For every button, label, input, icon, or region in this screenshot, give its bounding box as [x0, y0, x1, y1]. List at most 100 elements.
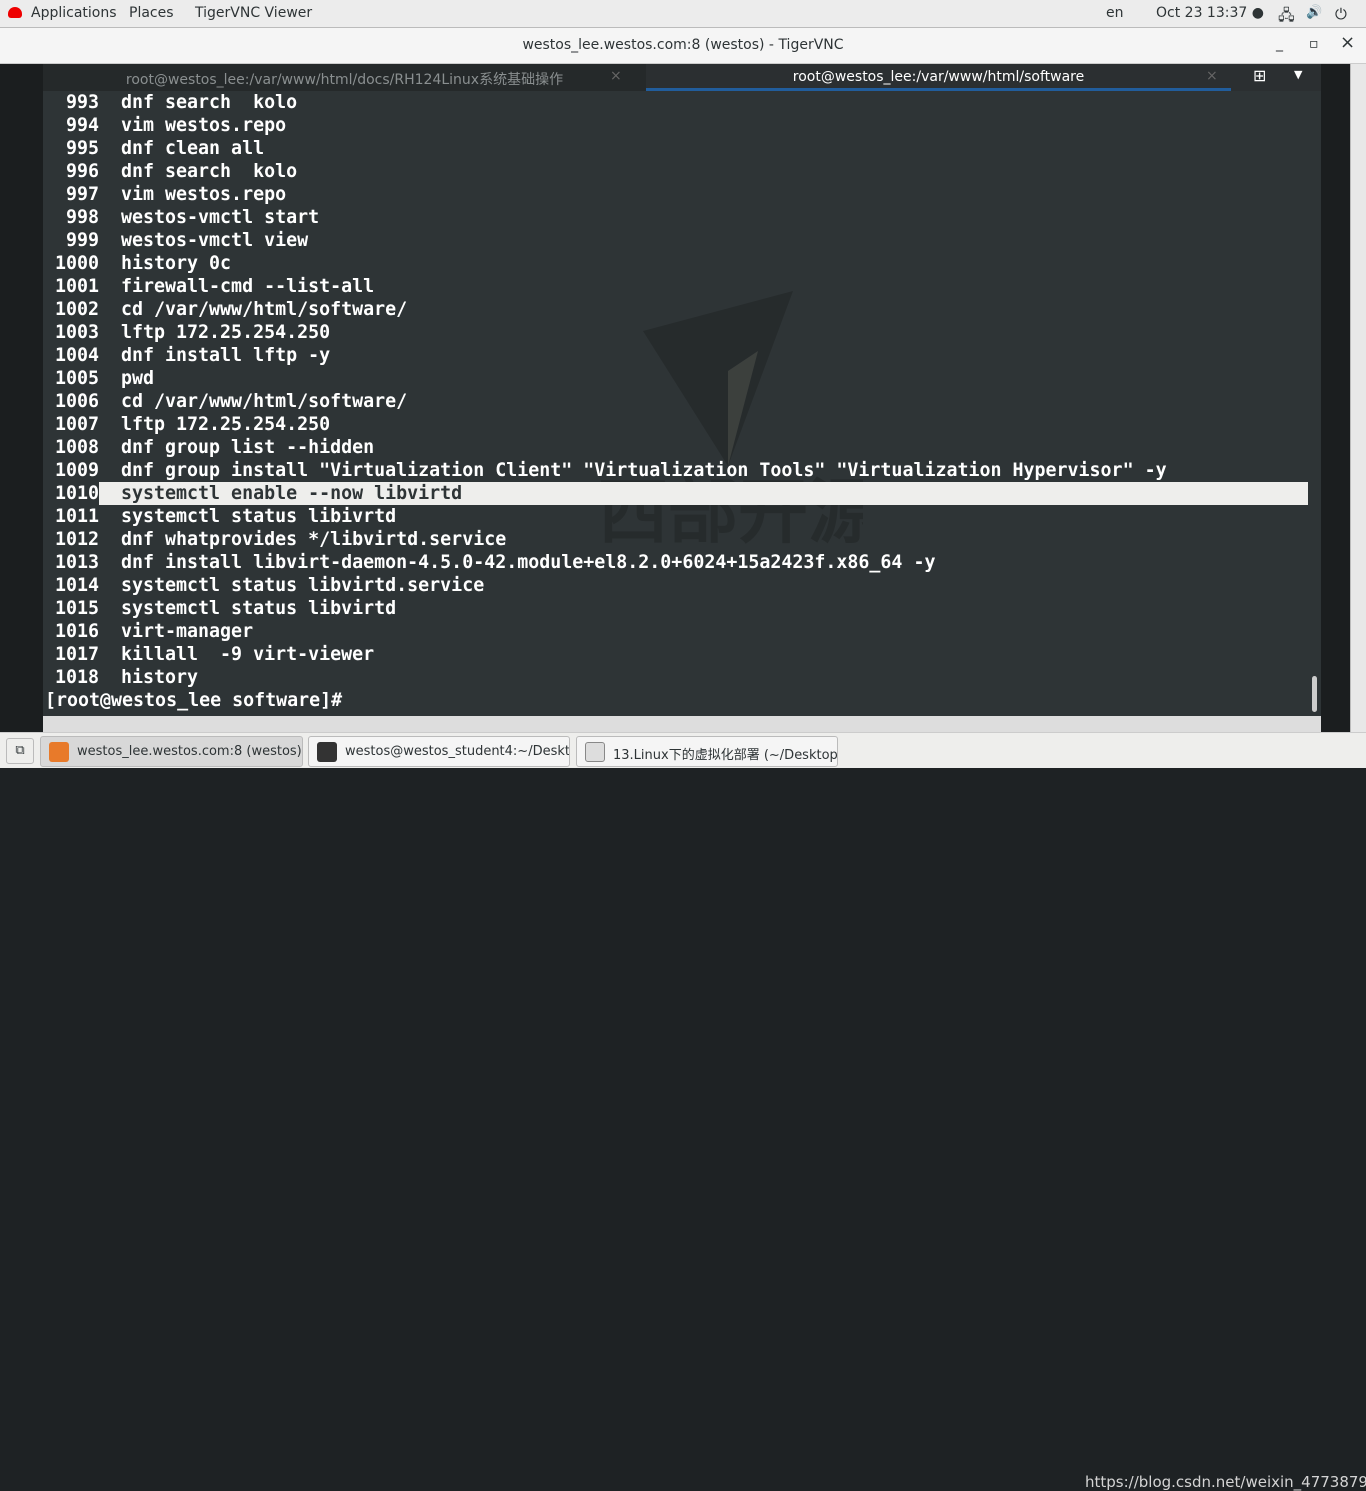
history-number: 993: [65, 92, 99, 113]
taskbar: ⧉ westos_lee.westos.com:8 (westos) ... w…: [0, 732, 1366, 1491]
history-command: dnf install lftp -y: [121, 345, 331, 366]
taskbar-item-editor[interactable]: 13.Linux下的虚拟化部署 (~/Desktop...: [576, 736, 838, 767]
history-line: 1001 firewall-cmd --list-all: [43, 275, 1308, 298]
history-command: dnf search kolo: [121, 161, 298, 182]
tab-docs[interactable]: root@westos_lee:/var/www/html/docs/RH124…: [43, 64, 646, 91]
history-line: 1007 lftp 172.25.254.250: [43, 413, 1308, 436]
history-command: systemctl status libvirtd: [121, 598, 397, 619]
history-line: 1002 cd /var/www/html/software/: [43, 298, 1308, 321]
history-command: dnf group install "Virtualization Client…: [121, 460, 1167, 481]
power-icon[interactable]: ⏻: [1335, 5, 1347, 23]
history-command: vim westos.repo: [121, 115, 287, 136]
history-number: 1014: [54, 575, 99, 596]
vnc-scrollbar[interactable]: [1350, 64, 1366, 732]
new-tab-icon[interactable]: ⊞: [1253, 66, 1266, 85]
history-line: 1012 dnf whatprovides */libvirtd.service: [43, 528, 1308, 551]
maximize-button[interactable]: ▫: [1309, 36, 1319, 52]
history-number: 997: [65, 184, 99, 205]
active-app-menu[interactable]: TigerVNC Viewer: [195, 5, 312, 21]
history-number: 1017: [54, 644, 99, 665]
history-command: dnf whatprovides */libvirtd.service: [121, 529, 507, 550]
history-line: 1017 killall -9 virt-viewer: [43, 643, 1308, 666]
history-line: 1004 dnf install lftp -y: [43, 344, 1308, 367]
taskbar-item-vnc[interactable]: westos_lee.westos.com:8 (westos) ...: [40, 736, 303, 767]
remote-taskbar: [43, 716, 1321, 732]
history-command: dnf install libvirt-daemon-4.5.0-42.modu…: [121, 552, 936, 573]
minimize-button[interactable]: _: [1276, 36, 1283, 52]
volume-icon[interactable]: 🔊: [1306, 5, 1322, 20]
close-tab-icon[interactable]: ×: [1206, 68, 1218, 84]
history-number: 995: [65, 138, 99, 159]
history-line: 997 vim westos.repo: [43, 183, 1308, 206]
history-number: 1005: [54, 368, 99, 389]
places-menu[interactable]: Places: [129, 5, 174, 21]
history-number: 998: [65, 207, 99, 228]
task-label: westos@westos_student4:~/Desktop: [345, 744, 570, 759]
history-line: 1016 virt-manager: [43, 620, 1308, 643]
history-line: 1010 systemctl enable --now libvirtd: [43, 482, 1308, 505]
history-command: dnf group list --hidden: [121, 437, 375, 458]
history-number: 1010: [43, 482, 99, 505]
history-number: 1012: [54, 529, 99, 550]
tab-menu-chevron-icon[interactable]: ▼: [1294, 68, 1302, 81]
history-line: 996 dnf search kolo: [43, 160, 1308, 183]
text-editor-icon: [585, 742, 605, 762]
history-line: 993 dnf search kolo: [43, 91, 1308, 114]
history-line: 1009 dnf group install "Virtualization Cl…: [43, 459, 1308, 482]
history-number: 1002: [54, 299, 99, 320]
top-panel: Applications Places TigerVNC Viewer en O…: [0, 0, 1366, 28]
history-number: 1007: [54, 414, 99, 435]
network-icon[interactable]: 🖧: [1278, 5, 1295, 30]
history-line: 998 westos-vmctl start: [43, 206, 1308, 229]
window-titlebar: westos_lee.westos.com:8 (westos) - Tiger…: [0, 28, 1366, 64]
history-command: vim westos.repo: [121, 184, 287, 205]
terminal-output[interactable]: 西部开源 993 dnf search kolo 994 vim westos.rep…: [43, 91, 1321, 716]
clock[interactable]: Oct 23 13:37 ●: [1156, 5, 1264, 21]
task-label: westos_lee.westos.com:8 (westos) ...: [77, 744, 303, 759]
close-button[interactable]: ×: [1340, 32, 1355, 53]
history-line: 1018 history: [43, 666, 1308, 689]
task-label: 13.Linux下的虚拟化部署 (~/Desktop...: [613, 748, 838, 763]
taskbar-item-terminal[interactable]: westos@westos_student4:~/Desktop: [308, 736, 570, 767]
history-number: 1009: [54, 460, 99, 481]
history-command: cd /var/www/html/software/: [121, 391, 408, 412]
history-number: 1013: [54, 552, 99, 573]
history-command: history 0c: [121, 253, 232, 274]
close-tab-icon[interactable]: ×: [610, 68, 622, 84]
history-number: 1016: [54, 621, 99, 642]
terminal-app-icon: [317, 742, 337, 762]
history-command: virt-manager: [121, 621, 254, 642]
shell-prompt: [root@westos_lee software]#: [45, 690, 343, 711]
history-line: 1015 systemctl status libvirtd: [43, 597, 1308, 620]
history-number: 1018: [54, 667, 99, 688]
history-command: dnf clean all: [121, 138, 265, 159]
applications-menu[interactable]: Applications: [31, 5, 117, 21]
history-number: 1000: [54, 253, 99, 274]
history-command: killall -9 virt-viewer: [121, 644, 375, 665]
tab-software[interactable]: root@westos_lee:/var/www/html/software ×: [646, 64, 1231, 91]
history-number: 1003: [54, 322, 99, 343]
history-command: westos-vmctl start: [121, 207, 320, 228]
history-line: 994 vim westos.repo: [43, 114, 1308, 137]
language-indicator[interactable]: en: [1106, 5, 1124, 21]
history-line: 1011 systemctl status libivrtd: [43, 505, 1308, 528]
tab-label: root@westos_lee:/var/www/html/software: [792, 69, 1085, 85]
history-line: 1013 dnf install libvirt-daemon-4.5.0-42.…: [43, 551, 1308, 574]
history-line: 999 westos-vmctl view: [43, 229, 1308, 252]
terminal-tab-bar: root@westos_lee:/var/www/html/docs/RH124…: [43, 64, 1321, 91]
history-line: 1006 cd /var/www/html/software/: [43, 390, 1308, 413]
history-command: cd /var/www/html/software/: [121, 299, 408, 320]
history-number: 1008: [54, 437, 99, 458]
tab-label: root@westos_lee:/var/www/html/docs/RH124…: [125, 72, 564, 88]
history-number: 1011: [54, 506, 99, 527]
history-command: systemctl status libivrtd: [121, 506, 397, 527]
history-line: 1005 pwd: [43, 367, 1308, 390]
history-line: 995 dnf clean all: [43, 137, 1308, 160]
show-desktop-icon[interactable]: ⧉: [6, 738, 34, 764]
history-number: 999: [65, 230, 99, 251]
terminal-scrollbar[interactable]: [1312, 676, 1317, 712]
history-number: 1001: [54, 276, 99, 297]
history-line: 1008 dnf group list --hidden: [43, 436, 1308, 459]
history-line: 1003 lftp 172.25.254.250: [43, 321, 1308, 344]
history-command: systemctl status libvirtd.service: [121, 575, 485, 596]
